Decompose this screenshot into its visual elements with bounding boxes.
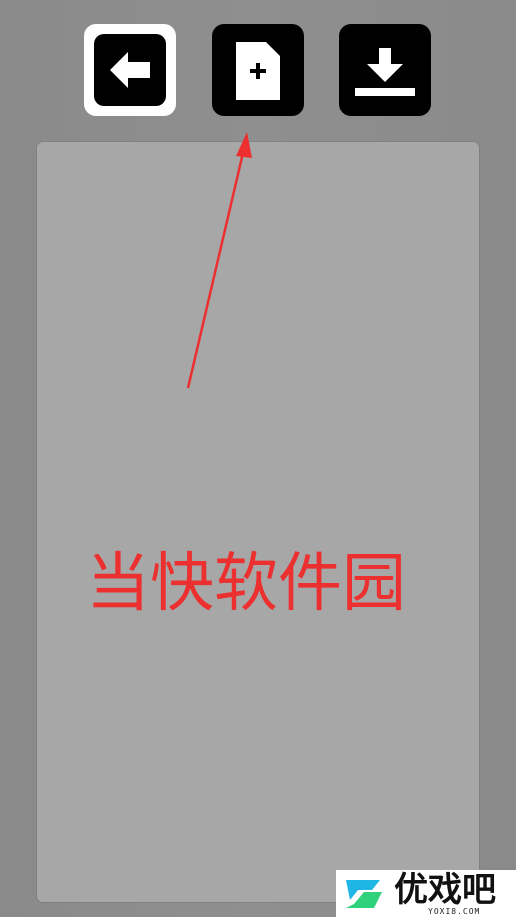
canvas-panel: [37, 142, 479, 902]
watermark-logo: 优戏吧 YOXI8.COM: [336, 870, 516, 917]
toolbar: [0, 0, 516, 130]
brand-mark-icon: [346, 880, 382, 908]
watermark-domain: YOXI8.COM: [428, 907, 481, 916]
watermark-name: 优戏吧: [394, 870, 496, 910]
download-icon: [355, 48, 415, 96]
arrow-left-icon: [110, 52, 150, 88]
new-file-icon: [236, 42, 280, 100]
download-button[interactable]: [339, 24, 431, 116]
back-button-inner: [94, 34, 166, 106]
back-button[interactable]: [84, 24, 176, 116]
annotation-text: 当快软件园: [86, 547, 406, 621]
new-file-button[interactable]: [212, 24, 304, 116]
